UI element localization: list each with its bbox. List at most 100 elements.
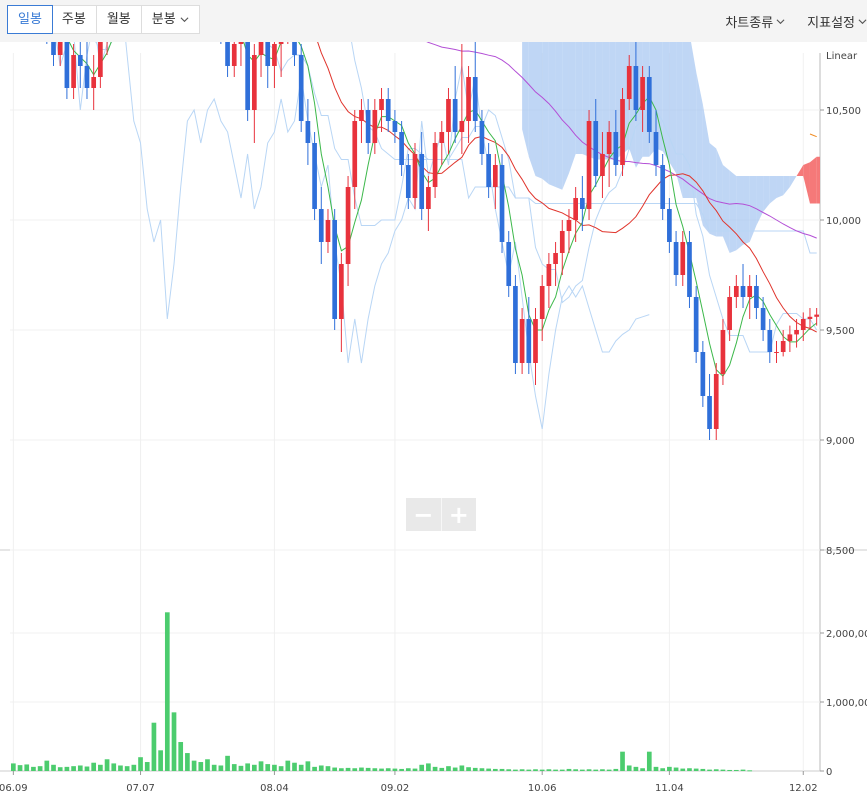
candle: [379, 99, 384, 110]
candle: [238, 42, 244, 44]
zoom-controls: − +: [406, 498, 476, 531]
candle: [365, 110, 371, 143]
volume-bar: [492, 768, 498, 771]
indicator-menu[interactable]: 지표설정: [807, 12, 867, 31]
ichimoku-cloud: [528, 42, 536, 176]
volume-bar: [98, 764, 103, 771]
candle: [640, 77, 645, 110]
volume-bar: [399, 768, 404, 771]
candle: [305, 121, 311, 143]
volume-bar: [278, 766, 284, 771]
volume-bar: [64, 766, 70, 771]
volume-bar: [720, 769, 726, 771]
volume-bar: [640, 768, 645, 771]
candle: [272, 44, 277, 66]
volume-bar: [459, 765, 465, 771]
x-tick-label: 11.04: [655, 783, 684, 794]
volume-bar: [653, 766, 659, 771]
stock-chart[interactable]: 12,50012,00011,50011,00010,50010,0009,50…: [0, 42, 867, 804]
tab-weekly[interactable]: 주봉: [52, 6, 97, 33]
volume-bar: [191, 760, 197, 771]
y-tick-label: 10,500: [826, 106, 861, 117]
ichimoku-cloud: [575, 42, 583, 154]
tab-daily-label: 일봉: [18, 12, 42, 27]
candle: [372, 110, 378, 143]
y-tick-label: 8,500: [826, 546, 855, 557]
candle: [740, 286, 746, 297]
volume-bar: [245, 763, 250, 771]
candle: [472, 77, 478, 121]
zoom-out-button[interactable]: −: [406, 498, 442, 531]
volume-bar: [559, 769, 565, 771]
volume-bar: [31, 766, 36, 771]
candle: [733, 286, 739, 297]
tab-minute[interactable]: 분봉: [142, 6, 199, 33]
candle: [526, 319, 532, 363]
candle: [446, 99, 451, 132]
candle: [225, 42, 230, 66]
candle: [807, 316, 813, 319]
candle: [606, 132, 612, 154]
volume-bar: [305, 761, 311, 771]
candle: [566, 220, 572, 231]
volume-bar: [633, 766, 639, 771]
chart-type-menu[interactable]: 차트종류: [725, 12, 785, 31]
y-tick-label: 9,500: [826, 326, 855, 337]
candle: [613, 132, 619, 165]
volume-bar: [372, 768, 378, 771]
volume-bar: [151, 722, 157, 771]
indicator-label: 지표설정: [807, 15, 855, 31]
tab-daily[interactable]: 일봉: [7, 5, 53, 34]
candle: [399, 132, 404, 165]
volume-bar: [405, 768, 411, 771]
volume-bar: [171, 712, 177, 771]
x-tick-label: 08.04: [260, 783, 289, 794]
ichimoku-cloud: [736, 176, 744, 251]
volume-bar: [439, 767, 445, 771]
candle: [546, 264, 552, 286]
volume-bar: [185, 753, 190, 771]
candle: [339, 264, 344, 319]
zoom-in-button[interactable]: +: [442, 498, 477, 531]
candle: [499, 165, 505, 242]
volume-bar: [17, 765, 23, 771]
volume-bar: [733, 769, 739, 771]
candle: [620, 99, 625, 165]
volume-bar: [646, 751, 652, 771]
candle: [352, 121, 358, 187]
volume-bar: [218, 765, 224, 771]
volume-bar: [713, 769, 719, 771]
volume-bar: [673, 767, 679, 771]
volume-bar: [131, 764, 137, 771]
candle: [680, 242, 686, 275]
volume-bar: [231, 764, 237, 771]
x-tick-label: 06.09: [0, 783, 28, 794]
candle: [332, 220, 338, 319]
volume-bar: [251, 764, 257, 771]
volume-bar: [71, 766, 76, 771]
volume-bar: [606, 769, 612, 771]
candle: [479, 121, 485, 154]
candle: [800, 319, 806, 330]
volume-bar: [660, 768, 666, 771]
volume-bar: [352, 768, 358, 771]
volume-tick-label: 2,000,00: [826, 629, 867, 640]
y-tick-label: 9,000: [826, 436, 855, 447]
tab-weekly-label: 주봉: [61, 12, 86, 27]
candle: [392, 121, 398, 132]
candle: [660, 165, 666, 209]
ichimoku-cloud: [535, 42, 543, 179]
candle: [513, 286, 518, 363]
volume-bar: [51, 764, 56, 771]
volume-bar: [506, 769, 512, 771]
volume-bar: [211, 764, 217, 771]
candle: [760, 308, 766, 330]
ichimoku-cloud: [568, 42, 576, 174]
chevron-down-icon: [858, 18, 867, 24]
candle: [466, 77, 471, 121]
tab-monthly[interactable]: 월봉: [97, 6, 142, 33]
candle: [593, 121, 599, 176]
candle: [774, 352, 779, 353]
volume-bar: [533, 769, 538, 771]
volume-bar: [546, 769, 552, 771]
